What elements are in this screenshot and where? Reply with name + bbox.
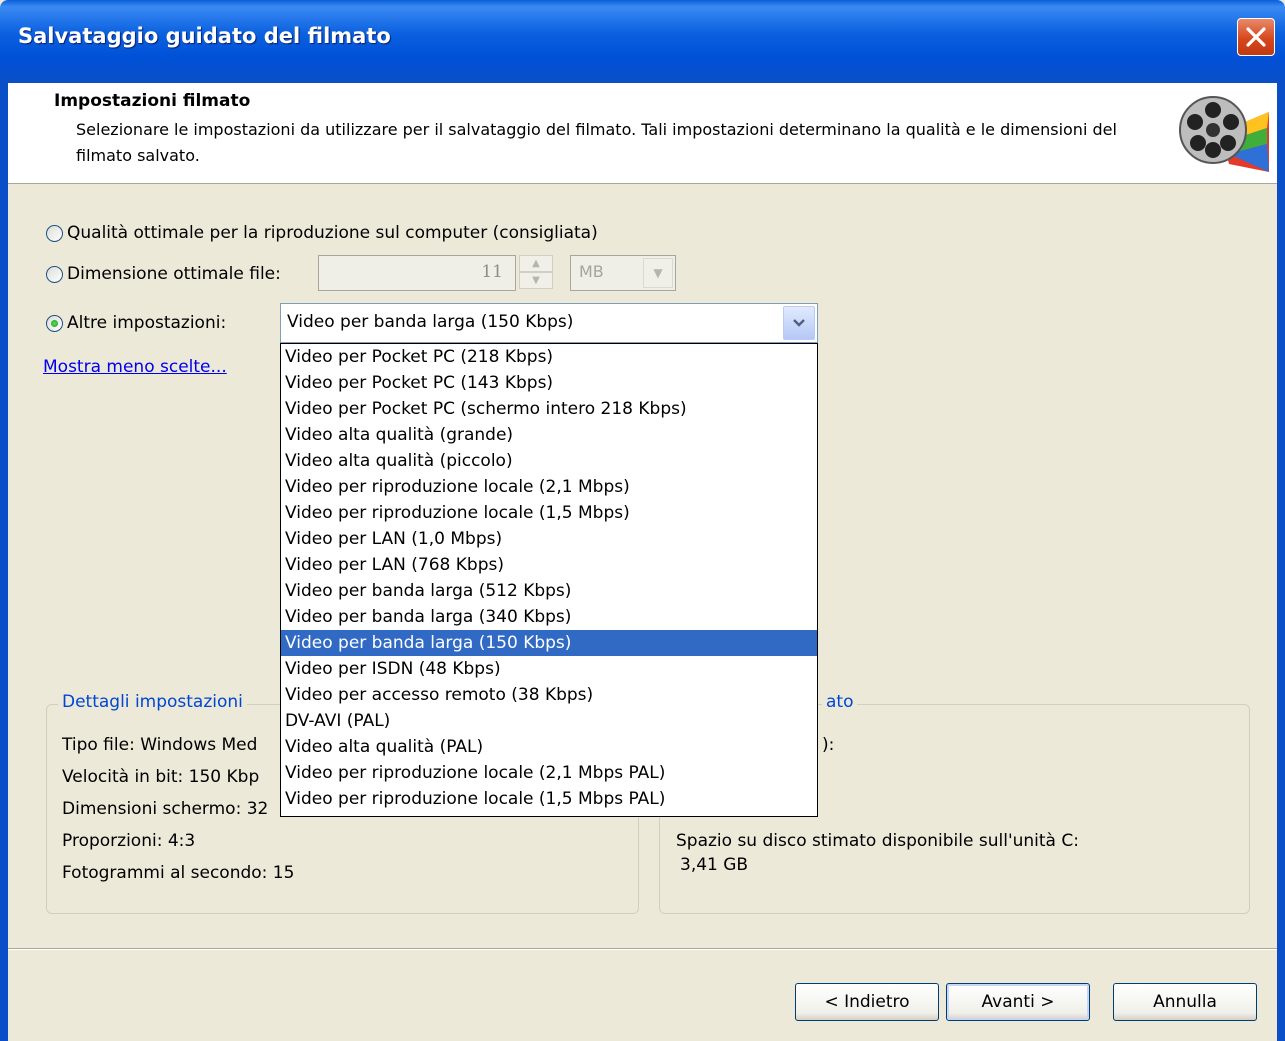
title-bar[interactable]: Salvataggio guidato del filmato xyxy=(0,0,1285,83)
option-best-quality[interactable]: Qualità ottimale per la riproduzione sul… xyxy=(46,223,598,243)
dropdown-option[interactable]: Video alta qualità (piccolo) xyxy=(281,448,817,474)
chevron-down-icon[interactable]: ▼ xyxy=(643,258,673,288)
dropdown-option[interactable]: Video per riproduzione locale (2,1 Mbps … xyxy=(281,760,817,786)
chevron-down-icon xyxy=(793,319,805,327)
option-other-settings[interactable]: Altre impostazioni: xyxy=(46,313,226,333)
file-size-unit-select[interactable]: MB ▼ xyxy=(570,255,676,291)
file-info-legend: ato xyxy=(822,692,858,712)
dropdown-option[interactable]: Video per Pocket PC (143 Kbps) xyxy=(281,370,817,396)
detail-screen-size: Dimensioni schermo: 32 xyxy=(62,799,269,819)
settings-combobox[interactable]: Video per banda larga (150 Kbps) xyxy=(280,303,818,343)
dropdown-option[interactable]: DV-AVI (PAL) xyxy=(281,708,817,734)
dropdown-option[interactable]: Video per riproduzione locale (2,1 Mbps) xyxy=(281,474,817,500)
spin-down-icon[interactable]: ▼ xyxy=(519,272,553,289)
detail-bitrate: Velocità in bit: 150 Kbp xyxy=(62,767,260,787)
disk-space-value: 3,41 GB xyxy=(680,855,749,875)
movie-maker-icon xyxy=(1179,96,1269,172)
next-button[interactable]: Avanti > xyxy=(946,983,1090,1021)
radio-other-settings[interactable] xyxy=(46,314,63,332)
file-size-value: 11 xyxy=(481,262,503,282)
radio-best-size[interactable] xyxy=(46,265,63,283)
settings-combobox-value: Video per banda larga (150 Kbps) xyxy=(287,312,574,332)
dropdown-option[interactable]: Video per riproduzione locale (1,5 Mbps … xyxy=(281,786,817,812)
window-border-left xyxy=(0,83,8,1041)
best-quality-label: Qualità ottimale per la riproduzione sul… xyxy=(67,223,598,243)
header-description: Selezionare le impostazioni da utilizzar… xyxy=(76,120,1117,165)
close-icon xyxy=(1246,27,1266,47)
detail-fps: Fotogrammi al secondo: 15 xyxy=(62,863,295,883)
combobox-dropdown-button[interactable] xyxy=(783,306,815,340)
window-title: Salvataggio guidato del filmato xyxy=(18,24,391,48)
close-button[interactable] xyxy=(1237,18,1275,56)
dropdown-option[interactable]: Video per banda larga (512 Kbps) xyxy=(281,578,817,604)
spin-up-icon[interactable]: ▲ xyxy=(519,255,553,272)
dropdown-option[interactable]: Video alta qualità (grande) xyxy=(281,422,817,448)
dropdown-option[interactable]: Video per Pocket PC (schermo intero 218 … xyxy=(281,396,817,422)
dropdown-option[interactable]: Video per Pocket PC (218 Kbps) xyxy=(281,344,817,370)
file-size-spinner[interactable]: ▲ ▼ xyxy=(519,255,553,291)
other-settings-label: Altre impostazioni: xyxy=(67,313,227,333)
settings-dropdown-list[interactable]: Video per Pocket PC (218 Kbps) Video per … xyxy=(280,343,818,817)
cancel-button[interactable]: Annulla xyxy=(1113,983,1257,1021)
footer-divider xyxy=(8,948,1277,950)
header-title: Impostazioni filmato xyxy=(54,91,251,111)
window-border-right xyxy=(1277,83,1285,1041)
wizard-header: Impostazioni filmato Selezionare le impo… xyxy=(8,83,1277,184)
dropdown-option[interactable]: Video per banda larga (340 Kbps) xyxy=(281,604,817,630)
dropdown-option[interactable]: Video per LAN (768 Kbps) xyxy=(281,552,817,578)
dropdown-option[interactable]: Video per ISDN (48 Kbps) xyxy=(281,656,817,682)
unit-value: MB xyxy=(579,262,604,281)
dropdown-option[interactable]: Video per LAN (1,0 Mbps) xyxy=(281,526,817,552)
dropdown-option[interactable]: Video per riproduzione locale (1,5 Mbps) xyxy=(281,500,817,526)
file-size-input[interactable]: 11 xyxy=(318,255,516,291)
option-best-size[interactable]: Dimensione ottimale file: xyxy=(46,264,281,284)
settings-details-legend: Dettagli impostazioni xyxy=(58,692,247,712)
detail-file-type: Tipo file: Windows Med xyxy=(62,735,258,755)
dropdown-option[interactable]: Video per banda larga (150 Kbps) xyxy=(281,630,817,656)
dropdown-option[interactable]: Video per accesso remoto (38 Kbps) xyxy=(281,682,817,708)
dropdown-option[interactable]: Video alta qualità (PAL) xyxy=(281,734,817,760)
best-size-label: Dimensione ottimale file: xyxy=(67,264,281,284)
file-info-line-fragment: ): xyxy=(822,735,835,755)
detail-aspect-ratio: Proporzioni: 4:3 xyxy=(62,831,196,851)
radio-best-quality[interactable] xyxy=(46,224,63,242)
show-fewer-choices-link[interactable]: Mostra meno scelte... xyxy=(43,357,227,377)
disk-space-label: Spazio su disco stimato disponibile sull… xyxy=(676,831,1079,851)
back-button[interactable]: < Indietro xyxy=(795,983,939,1021)
